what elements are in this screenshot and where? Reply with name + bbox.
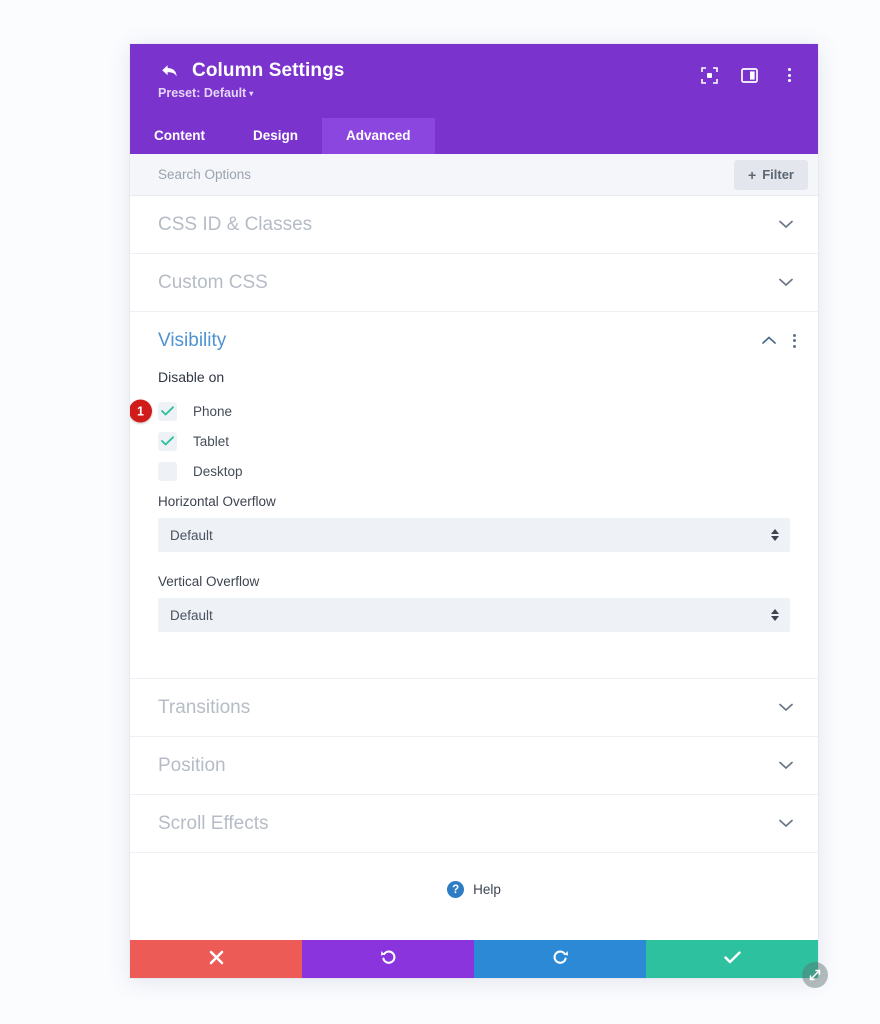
page-title: Column Settings xyxy=(192,60,345,81)
checkbox-phone[interactable] xyxy=(158,401,177,421)
section-title: Scroll Effects xyxy=(158,812,269,834)
modal-header: Column Settings Preset: Default ▾ xyxy=(130,44,818,118)
chevron-up-icon[interactable] xyxy=(759,336,779,345)
section-css-id-classes: CSS ID & Classes xyxy=(130,196,818,254)
tab-advanced[interactable]: Advanced xyxy=(322,118,435,154)
chevron-down-icon xyxy=(776,819,796,828)
chevron-down-icon xyxy=(776,703,796,712)
split-layout-icon[interactable] xyxy=(738,64,760,86)
stepper-arrows-icon xyxy=(771,609,779,621)
chevron-down-icon: ▾ xyxy=(249,89,254,99)
help-label: Help xyxy=(473,882,501,897)
column-settings-modal: Column Settings Preset: Default ▾ Conten… xyxy=(130,44,828,988)
checkbox-row-desktop[interactable]: Desktop xyxy=(158,456,790,486)
section-header-position[interactable]: Position xyxy=(130,737,818,794)
checkbox-row-tablet[interactable]: Tablet xyxy=(158,426,790,456)
section-header-custom-css[interactable]: Custom CSS xyxy=(130,254,818,311)
cancel-button[interactable] xyxy=(130,940,302,978)
more-options-icon[interactable] xyxy=(778,64,800,86)
redo-button[interactable] xyxy=(474,940,646,978)
section-title: Visibility xyxy=(158,329,227,351)
undo-icon xyxy=(380,949,397,969)
filter-button-label: Filter xyxy=(762,167,794,182)
vertical-overflow-label: Vertical Overflow xyxy=(158,574,260,589)
horizontal-overflow-select[interactable]: Default xyxy=(158,518,790,552)
section-header-visibility[interactable]: Visibility xyxy=(130,312,818,369)
vertical-dots xyxy=(787,68,791,82)
annotation-badge-1: 1 xyxy=(130,399,152,423)
search-bar: + Filter xyxy=(130,154,818,196)
help-question-icon: ? xyxy=(447,881,465,898)
checkbox-label-phone: Phone xyxy=(193,403,233,419)
settings-body: CSS ID & Classes Custom CSS Visibility D… xyxy=(130,196,818,940)
preset-label: Preset: Default xyxy=(158,86,247,100)
undo-button[interactable] xyxy=(302,940,474,978)
section-visibility: Visibility Disable on 1 Phone Tablet Des… xyxy=(130,312,818,679)
checkbox-label-tablet: Tablet xyxy=(193,433,230,449)
save-button[interactable] xyxy=(646,940,818,978)
checkbox-desktop[interactable] xyxy=(158,461,177,481)
section-header-transitions[interactable]: Transitions xyxy=(130,679,818,736)
checkbox-row-phone[interactable]: 1 Phone xyxy=(130,396,790,426)
tab-content[interactable]: Content xyxy=(130,118,229,154)
resize-handle-icon[interactable] xyxy=(802,962,828,988)
section-title: CSS ID & Classes xyxy=(158,213,313,235)
vertical-overflow-select[interactable]: Default xyxy=(158,598,790,632)
section-options-icon[interactable] xyxy=(793,333,796,348)
disable-on-label: Disable on xyxy=(158,369,225,385)
back-arrow-icon[interactable] xyxy=(158,61,180,81)
section-header-css-id-classes[interactable]: CSS ID & Classes xyxy=(130,196,818,253)
section-title: Transitions xyxy=(158,696,251,718)
section-custom-css: Custom CSS xyxy=(130,254,818,312)
close-x-icon xyxy=(209,950,224,968)
header-icon-group xyxy=(698,64,800,86)
checkbox-label-desktop: Desktop xyxy=(193,463,243,479)
checkmark-icon xyxy=(723,951,741,967)
section-title: Position xyxy=(158,754,226,776)
vertical-overflow-field: Default xyxy=(158,598,790,632)
search-input[interactable] xyxy=(158,167,735,182)
section-header-scroll-effects[interactable]: Scroll Effects xyxy=(130,795,818,852)
chevron-down-icon xyxy=(776,220,796,229)
tab-bar: Content Design Advanced xyxy=(130,118,818,154)
section-transitions: Transitions xyxy=(130,679,818,737)
redo-icon xyxy=(552,949,569,969)
page-background: Column Settings Preset: Default ▾ Conten… xyxy=(0,0,880,1024)
modal-footer xyxy=(130,940,828,988)
chevron-down-icon xyxy=(776,278,796,287)
horizontal-overflow-label: Horizontal Overflow xyxy=(158,494,276,509)
horizontal-overflow-field: Default xyxy=(158,518,790,552)
visibility-content: Disable on 1 Phone Tablet Desktop Horizo… xyxy=(130,369,818,678)
tab-design[interactable]: Design xyxy=(229,118,322,154)
focus-frame-icon[interactable] xyxy=(698,64,720,86)
section-scroll-effects: Scroll Effects xyxy=(130,795,818,853)
preset-selector[interactable]: Preset: Default ▾ xyxy=(158,86,253,100)
section-position: Position xyxy=(130,737,818,795)
section-title: Custom CSS xyxy=(158,271,268,293)
stepper-arrows-icon xyxy=(771,529,779,541)
checkbox-tablet[interactable] xyxy=(158,431,177,451)
help-link[interactable]: ? Help xyxy=(130,853,818,932)
chevron-down-icon xyxy=(776,761,796,770)
plus-icon: + xyxy=(748,166,757,183)
filter-button[interactable]: + Filter xyxy=(734,159,808,190)
